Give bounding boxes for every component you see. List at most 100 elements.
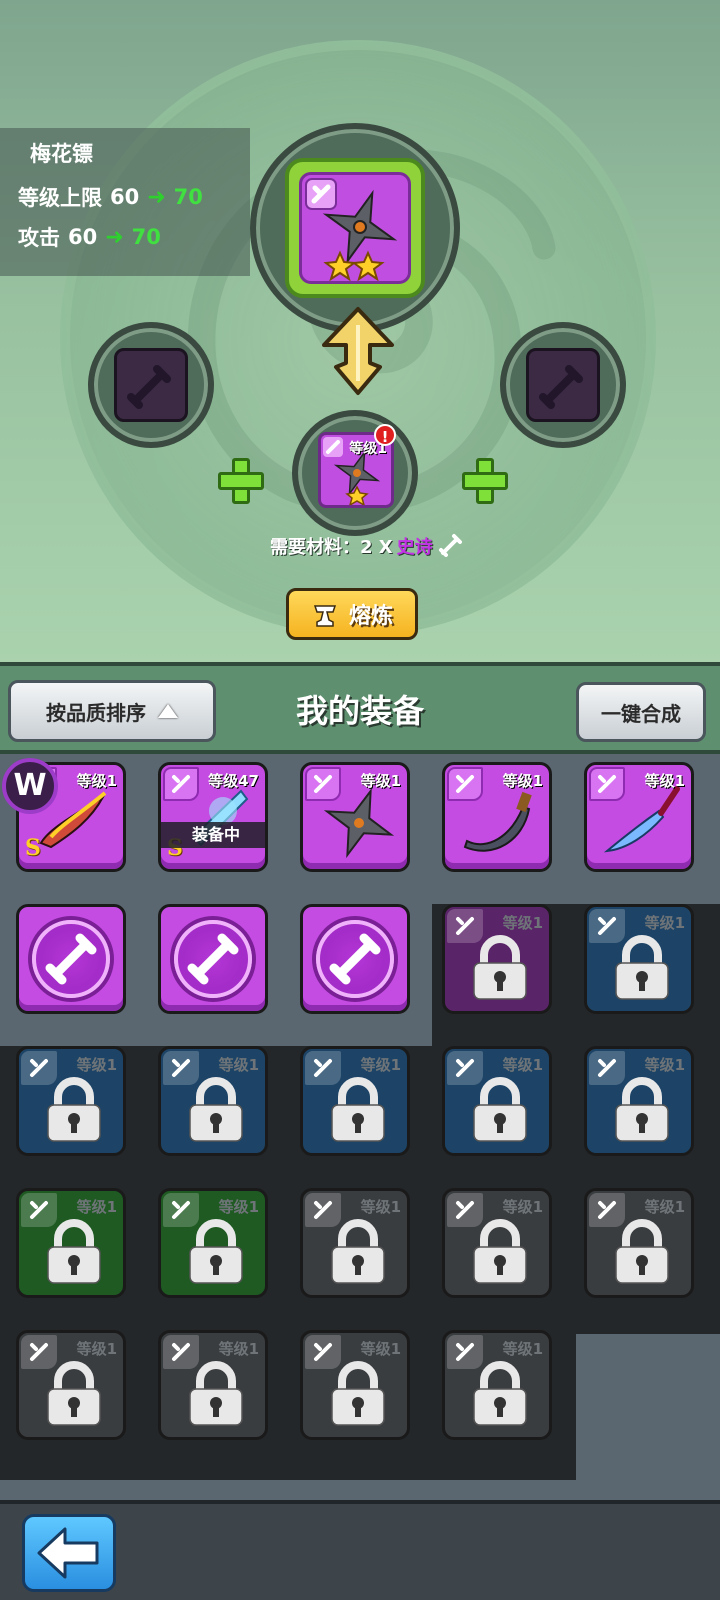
lock-icon [331,1077,385,1142]
anvil-icon [313,605,337,627]
material-ring-icon [316,920,394,998]
plus-icon [218,458,264,504]
item-level: 等级1 [76,772,117,790]
lock-icon [189,1361,243,1426]
item-level: 等级1 [360,1340,401,1358]
one-click-merge-button[interactable]: 一键合成 [576,682,706,742]
lock-icon [473,1219,527,1284]
attack-to: 70 [131,225,161,249]
weapon-type-icon [163,767,199,801]
item-level: 等级1 [502,1198,543,1216]
item-level: 等级1 [76,1056,117,1074]
lock-icon [473,1077,527,1142]
upgrade-arrow-icon: ➜ [147,184,166,210]
lock-icon [331,1219,385,1284]
weapon-type-icon [589,767,625,801]
rank-badge: S [25,835,41,861]
level-cap-label: 等级上限 [18,186,102,210]
equipment-slot[interactable]: 等级1 [300,762,410,872]
rank-stars [323,250,385,282]
sort-up-icon [158,704,178,718]
equipped-tag: 装备中 [161,822,265,848]
locked-equipment-slot[interactable]: 等级1 [158,1046,268,1156]
locked-equipment-slot[interactable]: 等级1 [442,1330,552,1440]
lock-icon [47,1361,101,1426]
need-label: 需要材料：2 X [270,537,393,558]
material-slot[interactable] [158,904,268,1014]
locked-equipment-slot[interactable]: 等级1 [158,1188,268,1298]
bottom-bar [0,1500,720,1600]
material-ring-icon [32,920,110,998]
page-title: 我的装备 [295,692,424,730]
lock-icon [615,1077,669,1142]
attack-label: 攻击 [18,226,60,250]
item-level: 等级1 [644,1198,685,1216]
forge-arrow-icon [322,307,394,395]
material-slot[interactable] [300,904,410,1014]
material-requirement: 需要材料：2 X 史诗 [270,533,463,559]
lock-icon [473,935,527,1000]
locked-equipment-slot[interactable]: 等级1 [584,904,694,1014]
item-level: 等级1 [644,772,685,790]
equipment-slot[interactable]: 等级47 S 装备中 [158,762,268,872]
item-level: 等级1 [76,1340,117,1358]
lock-icon [189,1077,243,1142]
locked-equipment-slot[interactable]: 等级1 [300,1330,410,1440]
locked-equipment-slot[interactable]: 等级1 [16,1046,126,1156]
lock-icon [47,1219,101,1284]
item-level: 等级1 [502,1056,543,1074]
level-cap-to: 70 [173,185,203,209]
forge-panel: 梅花镖 等级上限 60 ➜ 70 攻击 60 ➜ 70 等级1 ! 需要材料：2… [0,0,720,662]
locked-equipment-slot[interactable]: 等级1 [16,1188,126,1298]
locked-equipment-slot[interactable]: 等级1 [442,1188,552,1298]
material-slot-left[interactable] [88,322,214,448]
sword-silhouette-icon [127,365,171,409]
sword-silhouette-icon [539,365,583,409]
equipment-slot[interactable]: 等级1 [584,762,694,872]
locked-equipment-slot[interactable]: 等级1 [158,1330,268,1440]
item-name: 梅花镖 [30,142,93,166]
weapon-type-icon [305,767,341,801]
alert-badge: ! [374,424,396,446]
locked-equipment-slot[interactable]: 等级1 [584,1188,694,1298]
locked-equipment-slot[interactable]: 等级1 [300,1046,410,1156]
item-level: 等级1 [218,1198,259,1216]
back-arrow-icon [37,1527,99,1579]
level-cap-from: 60 [110,185,140,209]
empty-slot-card [526,348,600,422]
need-quality: 史诗 [396,537,433,558]
item-level: 等级1 [218,1056,259,1074]
material-slot[interactable] [16,904,126,1014]
result-item-card[interactable] [285,158,425,298]
item-level: 等级1 [360,1056,401,1074]
item-level: 等级1 [644,914,685,932]
attack-from: 60 [68,225,98,249]
sort-by-quality-button[interactable]: 按品质排序 [8,680,216,742]
back-button[interactable] [22,1514,116,1592]
material-slot-center[interactable]: 等级1 [292,410,418,536]
material-ring-icon [174,920,252,998]
avatar[interactable]: W [2,758,58,814]
equipment-slot[interactable]: 等级1 [442,762,552,872]
material-slot-right[interactable] [500,322,626,448]
smelt-button[interactable]: 熔炼 [286,588,418,640]
item-stats-panel: 梅花镖 等级上限 60 ➜ 70 攻击 60 ➜ 70 [0,128,250,276]
locked-equipment-slot[interactable]: 等级1 [584,1046,694,1156]
item-level: 等级1 [502,772,543,790]
lock-icon [615,1219,669,1284]
locked-equipment-slot[interactable]: 等级1 [300,1188,410,1298]
item-level: 等级1 [76,1198,117,1216]
lock-icon [47,1077,101,1142]
lock-icon [189,1219,243,1284]
locked-equipment-slot[interactable]: 等级1 [442,1046,552,1156]
lock-icon [615,935,669,1000]
level-cap-row: 等级上限 60 ➜ 70 [18,182,203,212]
smelt-label: 熔炼 [348,604,393,629]
locked-equipment-slot[interactable]: 等级1 [16,1330,126,1440]
weapon-type-icon [447,767,483,801]
locked-equipment-slot[interactable]: 等级1 [442,904,552,1014]
shuriken-icon [305,178,398,282]
item-level: 等级1 [502,914,543,932]
item-level: 等级47 [208,772,259,790]
item-level: 等级1 [360,1198,401,1216]
